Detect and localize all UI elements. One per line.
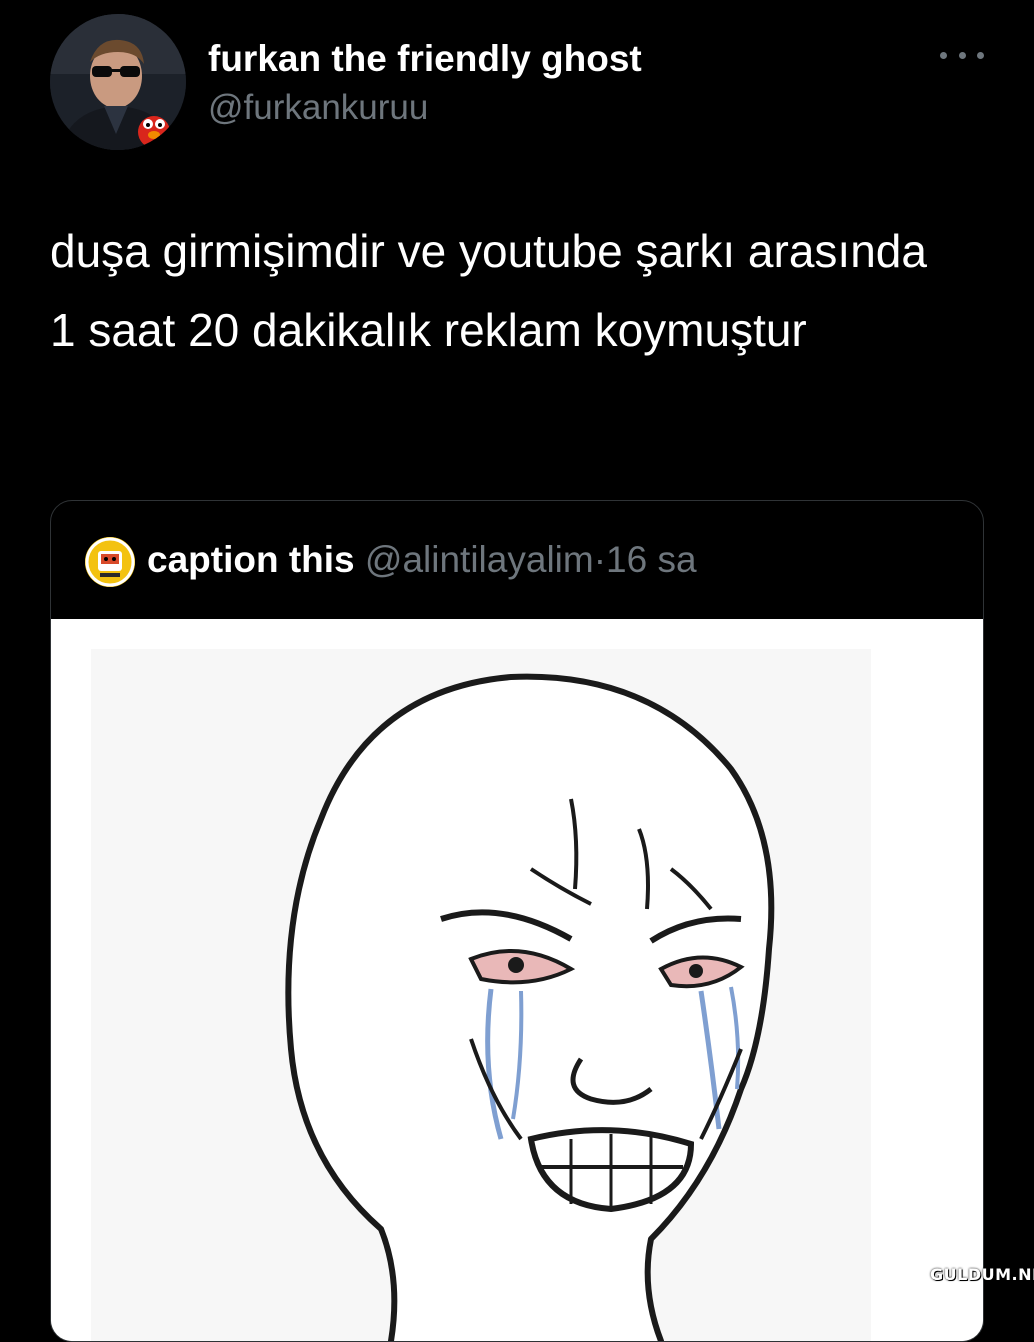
quoted-handle[interactable]: @alintilayalim <box>365 539 594 580</box>
quoted-user-avatar[interactable] <box>85 537 135 587</box>
display-name[interactable]: furkan the friendly ghost <box>208 38 642 80</box>
dot-icon <box>977 51 984 59</box>
dot-icon <box>940 51 947 59</box>
quoted-tweet-card[interactable]: caption this @alintilayalim·16 sa <box>50 500 984 1342</box>
quoted-timestamp[interactable]: 16 sa <box>606 539 697 580</box>
meta-separator: · <box>593 539 607 580</box>
watermark-logo: GULDUM.NET <box>930 1265 1034 1284</box>
quoted-display-name[interactable]: caption this <box>147 539 355 580</box>
quoted-image[interactable] <box>51 619 983 1341</box>
crying-wojak-image <box>51 619 983 1341</box>
user-handle[interactable]: @furkankuruu <box>208 88 428 128</box>
user-avatar[interactable] <box>50 14 186 150</box>
quoted-tweet-byline: caption this @alintilayalim·16 sa <box>147 539 697 581</box>
more-options-icon[interactable] <box>940 40 984 70</box>
dot-icon <box>958 51 966 59</box>
quoted-tweet-header: caption this @alintilayalim·16 sa <box>51 501 983 619</box>
tweet-text: duşa girmişimdir ve youtube şarkı arasın… <box>50 225 927 356</box>
